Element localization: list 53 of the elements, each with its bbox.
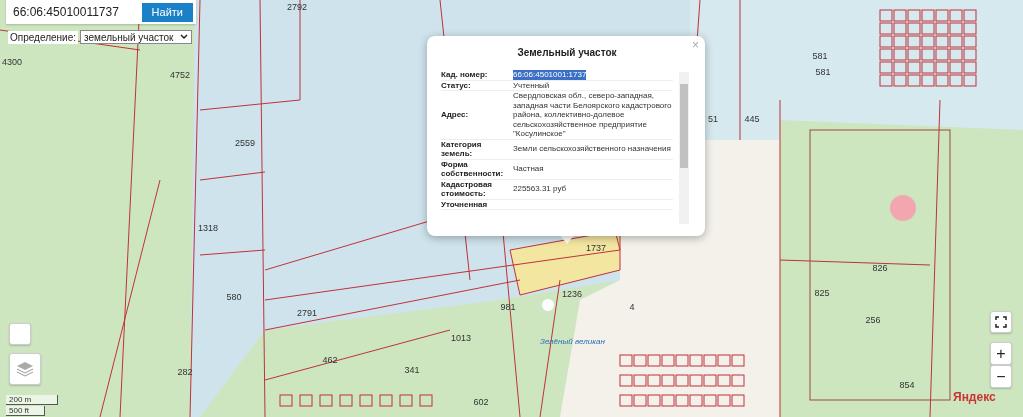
scale-bar: 200 m [6, 395, 58, 405]
parcel-number: 825 [814, 288, 830, 298]
popup-title: Земельный участок [516, 47, 618, 58]
field-value: Частная [513, 164, 544, 174]
parcel-number: 1737 [586, 243, 606, 253]
field-label: Статус: [441, 80, 472, 90]
parcel-number: 256 [865, 315, 881, 325]
field-label: Кадастровая стоимость: [441, 179, 494, 199]
field-label: Кад. номер: [441, 70, 489, 80]
map-button[interactable] [9, 323, 31, 345]
scale-bar: 500 ft [6, 406, 45, 416]
parcel-number: 445 [744, 114, 760, 124]
zoom-in-button[interactable]: + [990, 342, 1012, 365]
map-logo: Яндекс [953, 390, 996, 404]
parcel-number: 462 [322, 355, 338, 365]
field-label: Уточненная [441, 199, 489, 209]
layers-icon [16, 361, 34, 377]
parcel-number: 341 [404, 365, 420, 375]
field-value: Земли сельскохозяйственного назначения [513, 144, 671, 154]
find-button[interactable]: Найти [141, 2, 193, 22]
parcel-number: 602 [473, 397, 489, 407]
parcel-number: 581 [815, 67, 831, 77]
parcel-number: 981 [500, 302, 516, 312]
chevron-down-icon [180, 34, 188, 40]
parcel-number: 4 [629, 302, 635, 312]
field-value: Свердловская обл., северо-западная, западная части Белоярского кадастрового района, коллективно-долевое сельскохозяйственное предприятие "Косулинское" [513, 91, 673, 139]
field-label: Адрес: [441, 110, 470, 120]
parcel-number: 2792 [287, 2, 307, 12]
parcel-number: 1013 [451, 333, 471, 343]
parcel-number: 2791 [297, 308, 317, 318]
definition-select[interactable]: земельный участок [80, 30, 192, 44]
zoom-out-button[interactable]: − [990, 365, 1012, 388]
parcel-number: 581 [812, 51, 828, 61]
fullscreen-button[interactable] [990, 311, 1012, 333]
scrollbar-thumb[interactable] [680, 84, 688, 168]
parcel-number: 1236 [562, 289, 582, 299]
field-label: Форма собственности: [441, 159, 505, 179]
layers-button[interactable] [9, 353, 41, 385]
parcel-number: 826 [872, 263, 888, 273]
place-label: Зелёный великан [540, 337, 605, 346]
parcel-number: 2559 [235, 138, 255, 148]
parcel-number: 854 [899, 380, 915, 390]
parcel-number: 580 [226, 292, 242, 302]
field-value: Учтенный [513, 80, 550, 90]
parcel-number: 4752 [170, 70, 190, 80]
parcel-number: 1318 [198, 223, 218, 233]
parcel-number: 51 [708, 114, 718, 124]
field-value: 66:06:4501001:1737 [513, 70, 587, 80]
field-label: Категория земель: [441, 139, 483, 159]
parcel-number: 4300 [2, 57, 22, 67]
fullscreen-icon [995, 316, 1007, 328]
parcel-number: 282 [177, 367, 193, 377]
field-value: 225563.31 руб [513, 184, 567, 194]
